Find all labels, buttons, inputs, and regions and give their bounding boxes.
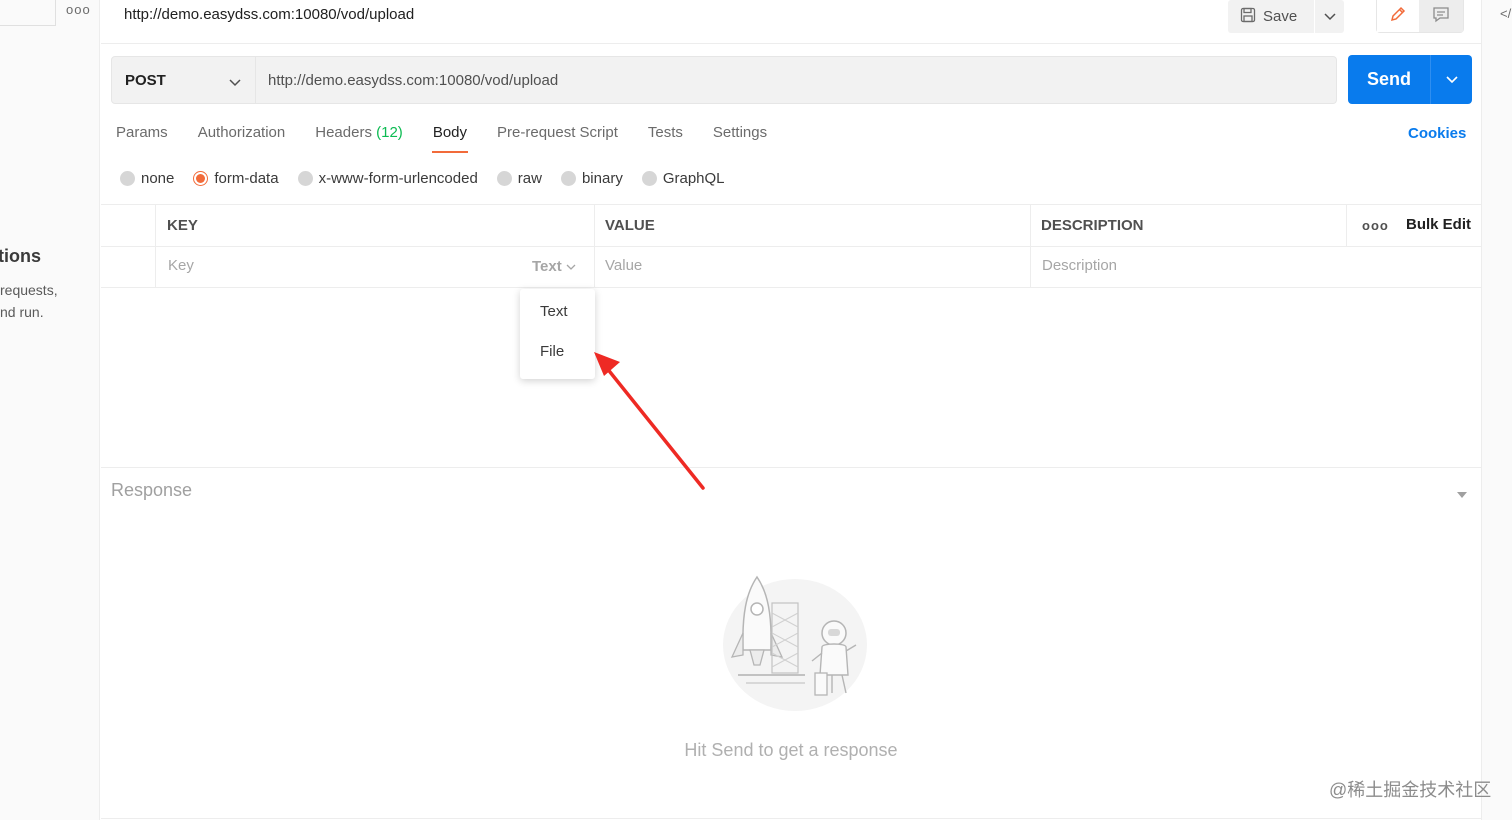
response-divider — [101, 467, 1481, 468]
chevron-down-icon — [229, 74, 241, 91]
sidebar-description-line1: requests, — [0, 282, 58, 298]
tab-settings[interactable]: Settings — [713, 124, 767, 156]
send-options-button[interactable] — [1430, 55, 1472, 104]
chevron-down-icon — [1445, 71, 1458, 89]
save-label: Save — [1263, 8, 1298, 25]
tab-authorization[interactable]: Authorization — [198, 124, 286, 156]
caret-down-icon[interactable] — [1456, 486, 1468, 504]
column-header-key: KEY — [167, 217, 198, 234]
key-input[interactable]: Key — [168, 257, 194, 274]
key-type-select[interactable]: Text — [532, 258, 576, 275]
radio-dot — [496, 171, 512, 186]
column-header-value: VALUE — [605, 217, 655, 234]
request-title-bar: http://demo.easydss.com:10080/vod/upload… — [101, 0, 1481, 44]
method-select[interactable]: POST — [111, 56, 256, 104]
bulk-edit-button[interactable]: Bulk Edit — [1406, 216, 1471, 233]
tab-pre-request-script[interactable]: Pre-request Script — [497, 124, 618, 156]
tab-tests[interactable]: Tests — [648, 124, 683, 156]
radio-dot — [120, 171, 135, 186]
right-sidebar: </ — [1481, 0, 1512, 820]
view-toggle-group — [1376, 0, 1464, 33]
send-button[interactable]: Send — [1348, 55, 1430, 104]
column-divider — [594, 205, 595, 287]
sidebar-more-icon[interactable]: ooo — [66, 2, 91, 17]
tab-headers[interactable]: Headers (12) — [315, 124, 403, 156]
table-divider — [101, 287, 1481, 288]
pencil-icon — [1389, 5, 1407, 28]
column-header-description: DESCRIPTION — [1041, 217, 1144, 234]
collections-sidebar: ooo tions requests, nd run. — [0, 0, 100, 820]
column-divider — [1030, 205, 1031, 287]
code-icon[interactable]: </ — [1500, 6, 1511, 21]
radio-binary[interactable]: binary — [560, 170, 623, 187]
value-input[interactable]: Value — [605, 257, 642, 274]
tab-body[interactable]: Body — [431, 124, 469, 156]
menu-item-text[interactable]: Text — [520, 297, 595, 337]
key-type-label: Text — [532, 258, 562, 275]
column-divider — [1346, 205, 1347, 246]
radio-raw[interactable]: raw — [496, 170, 542, 187]
table-divider — [101, 246, 1481, 247]
menu-item-file[interactable]: File — [520, 337, 595, 377]
comments-button[interactable] — [1419, 0, 1463, 32]
description-input[interactable]: Description — [1042, 257, 1117, 274]
headers-count-badge: (12) — [376, 124, 403, 141]
radio-graphql[interactable]: GraphQL — [641, 170, 725, 187]
table-divider — [101, 204, 1481, 205]
url-input[interactable] — [256, 56, 1337, 104]
bottom-divider — [101, 818, 1481, 819]
save-button[interactable]: Save — [1228, 0, 1314, 33]
radio-form-data[interactable]: form-data — [193, 170, 279, 187]
edit-button[interactable] — [1377, 0, 1419, 32]
comment-icon — [1432, 5, 1450, 28]
method-label: POST — [125, 71, 166, 89]
floppy-disk-icon — [1240, 7, 1256, 27]
chevron-down-icon — [566, 258, 576, 275]
cookies-link[interactable]: Cookies — [1408, 125, 1466, 142]
save-options-button[interactable] — [1315, 0, 1344, 33]
sidebar-heading: tions — [0, 246, 41, 266]
radio-none[interactable]: none — [120, 170, 174, 187]
radio-dot — [297, 171, 313, 186]
sidebar-description-line2: nd run. — [0, 304, 44, 320]
column-options-icon[interactable]: ooo — [1362, 218, 1389, 233]
save-button-group: Save — [1228, 0, 1344, 33]
empty-response-message: Hit Send to get a response — [684, 740, 898, 760]
column-divider — [155, 205, 156, 287]
rocket-illustration — [710, 575, 875, 720]
radio-dot — [560, 171, 576, 186]
body-type-radio-group: none form-data x-www-form-urlencoded raw… — [120, 170, 744, 187]
tab-params[interactable]: Params — [116, 124, 168, 156]
sidebar-tab[interactable] — [0, 0, 56, 26]
request-title[interactable]: http://demo.easydss.com:10080/vod/upload — [124, 6, 414, 23]
response-title: Response — [111, 480, 193, 500]
send-button-group: Send — [1348, 55, 1472, 104]
request-tabs: Params Authorization Headers (12) Body P… — [116, 124, 797, 156]
radio-x-www-form-urlencoded[interactable]: x-www-form-urlencoded — [297, 170, 478, 187]
radio-dot-selected — [193, 171, 209, 186]
watermark: @稀土掘金技术社区 — [1329, 780, 1492, 800]
radio-dot — [641, 171, 657, 186]
key-type-menu: Text File — [520, 289, 595, 379]
chevron-down-icon — [1323, 8, 1336, 26]
